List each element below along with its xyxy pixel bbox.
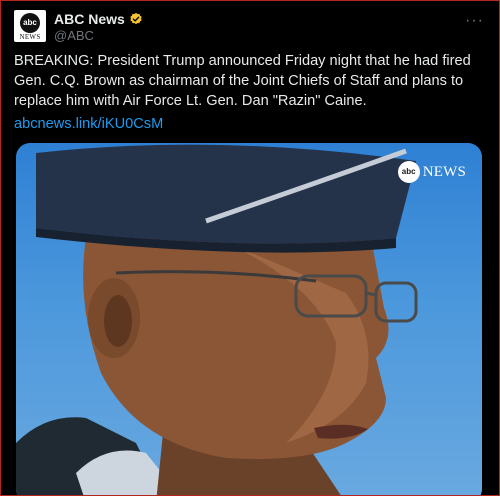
watermark-word: NEWS (422, 163, 466, 180)
user-handle[interactable]: @ABC (54, 28, 94, 43)
portrait-photo (16, 144, 418, 495)
avatar-logo-word: NEWS (19, 33, 41, 41)
tweet-text: BREAKING: President Trump announced Frid… (14, 53, 471, 109)
display-name[interactable]: ABC News (54, 11, 125, 27)
tweet-link[interactable]: abcnews.link/iKU0CsM (14, 114, 163, 134)
tweet-image[interactable]: abc NEWS (16, 143, 482, 495)
tweet-header: abc NEWS ABC News @ABC ··· (14, 10, 486, 44)
more-options-icon[interactable]: ··· (465, 12, 484, 30)
verified-badge-icon (130, 12, 142, 25)
name-row: ABC News (54, 11, 143, 27)
watermark-circle: abc (397, 161, 420, 183)
abc-news-watermark: abc NEWS (397, 161, 466, 183)
tweet-card: abc NEWS ABC News @ABC ··· BREAKING: Pre… (0, 0, 500, 496)
avatar[interactable]: abc NEWS (14, 10, 46, 42)
avatar-logo-circle: abc (20, 13, 40, 33)
